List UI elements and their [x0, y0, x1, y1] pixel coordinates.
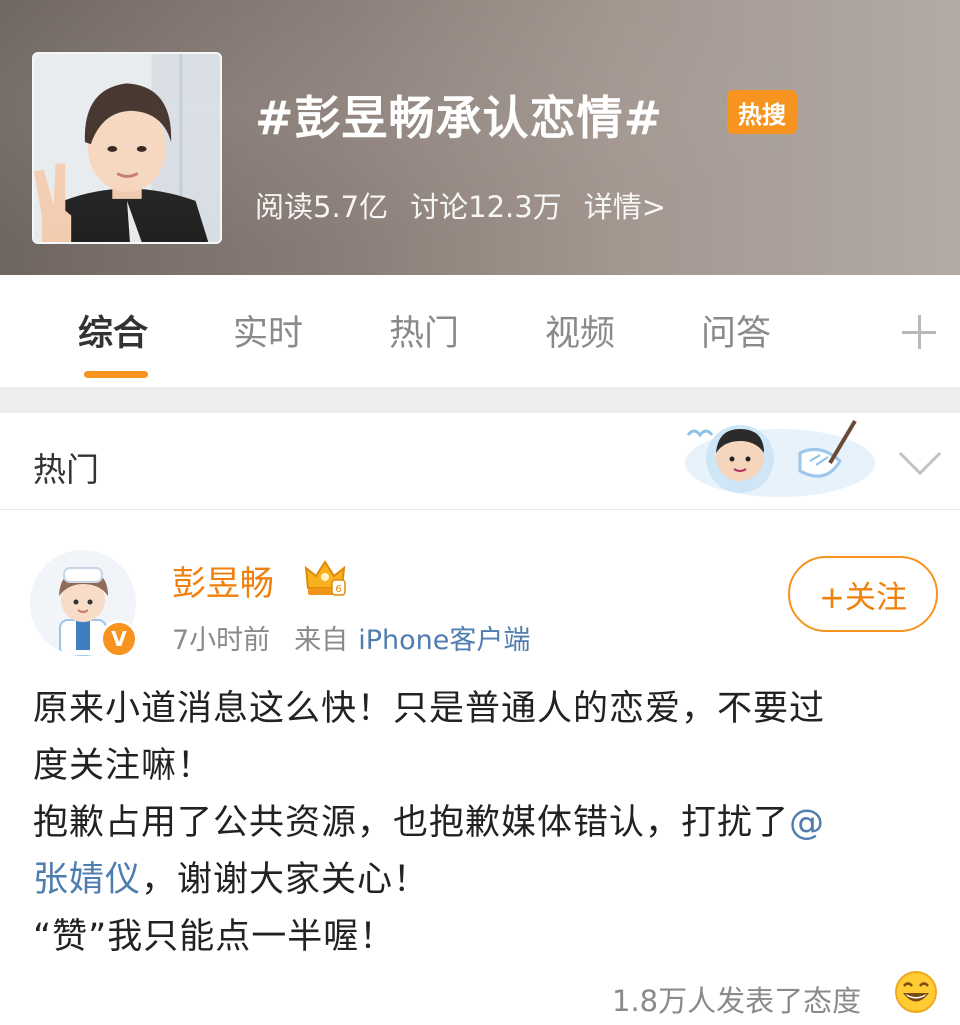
divider	[0, 510, 960, 538]
follow-button[interactable]: +关注	[788, 556, 938, 632]
post-source[interactable]: iPhone客户端	[358, 618, 530, 657]
active-tab-indicator	[84, 371, 148, 378]
post-text-segment: 抱歉占用了公共资源，也抱歉媒体错认，打扰了	[33, 803, 790, 843]
post-text-line: 度关注嘛！	[33, 746, 214, 786]
post-text-line: 张婧仪，谢谢大家关心！	[33, 852, 933, 909]
post-text-line: “赞”我只能点一半喔！	[33, 917, 396, 957]
divider	[0, 387, 960, 413]
tab-comprehensive[interactable]: 综合	[78, 305, 148, 356]
section-title: 热门	[33, 450, 99, 489]
details-link[interactable]: 详情>	[584, 184, 666, 226]
tab-qa[interactable]: 问答	[701, 305, 771, 356]
read-count: 阅读5.7亿	[255, 190, 389, 224]
post-meta: 7小时前 来自 iPhone客户端	[172, 618, 530, 657]
reaction-summary[interactable]: 1.8万人发表了态度	[612, 978, 861, 1020]
chevron-down-icon[interactable]	[898, 432, 942, 476]
crown-icon: 6	[304, 560, 346, 596]
tab-video[interactable]: 视频	[545, 305, 615, 356]
discussion-count: 讨论12.3万	[410, 190, 562, 224]
weibo-post: V 彭昱畅 6 7小时前 来自 iPhone客户端 +关注 原来小道消息这么快！…	[0, 538, 960, 1025]
post-text-segment: ，谢谢大家关心！	[141, 860, 430, 900]
mention-at-sign[interactable]: @	[789, 803, 825, 843]
post-text: 原来小道消息这么快！只是普通人的恋爱，不要过 度关注嘛！ 抱歉占用了公共资源，也…	[33, 681, 933, 966]
topic-cover-image[interactable]	[32, 52, 222, 244]
verified-badge-icon: V	[100, 620, 138, 658]
tab-hot[interactable]: 热门	[389, 305, 459, 356]
author-name[interactable]: 彭昱畅	[172, 556, 274, 605]
hot-section-header: 热门	[0, 413, 960, 510]
source-prefix: 来自	[294, 625, 349, 656]
mention-link[interactable]: 张婧仪	[33, 860, 141, 900]
tab-realtime[interactable]: 实时	[233, 305, 303, 356]
topic-stats: 阅读5.7亿 讨论12.3万 详情>	[255, 184, 688, 226]
laugh-emoji-icon[interactable]	[894, 970, 938, 1014]
plus-icon[interactable]	[900, 313, 940, 353]
topic-title: #彭昱畅承认恋情#	[255, 91, 664, 145]
person-v-sign-photo-icon	[34, 54, 220, 242]
post-time: 7小时前	[172, 625, 271, 656]
cartoon-illustration-icon	[685, 419, 875, 497]
avatar[interactable]: V	[30, 550, 138, 658]
post-text-line: 抱歉占用了公共资源，也抱歉媒体错认，打扰了@	[33, 795, 933, 852]
svg-text:6: 6	[335, 584, 341, 595]
tab-bar: 综合 实时 热门 视频 问答	[0, 275, 960, 387]
topic-header: #彭昱畅承认恋情# 热搜 阅读5.7亿 讨论12.3万 详情>	[0, 0, 960, 275]
hot-search-badge: 热搜	[727, 90, 797, 134]
post-text-line: 原来小道消息这么快！只是普通人的恋爱，不要过	[33, 689, 826, 729]
